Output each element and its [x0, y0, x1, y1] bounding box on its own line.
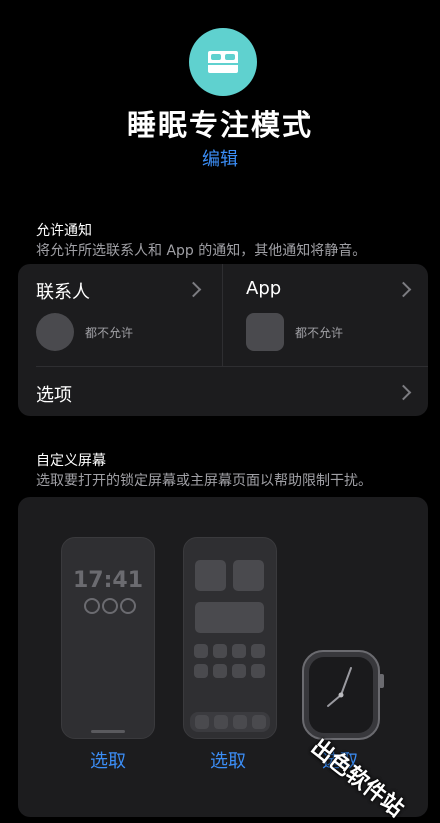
pick-home-screen-button[interactable]: 选取	[210, 747, 246, 773]
chevron-right-icon	[395, 384, 412, 401]
options-row[interactable]: 选项	[18, 367, 428, 416]
apps-label: App	[246, 278, 282, 299]
app-icon-placeholder	[246, 313, 284, 351]
chevron-right-icon	[185, 281, 202, 298]
widget	[195, 602, 264, 633]
widget-circle	[102, 598, 118, 614]
edit-button[interactable]: 编辑	[0, 145, 440, 171]
sleep-mode-icon	[189, 28, 257, 96]
app-icon	[213, 664, 227, 678]
home-indicator	[91, 730, 125, 733]
app-icon	[232, 664, 246, 678]
app-icon	[251, 664, 265, 678]
options-label: 选项	[36, 385, 72, 406]
pick-lock-screen-button[interactable]: 选取	[90, 747, 126, 773]
app-icon	[214, 715, 228, 729]
app-icon	[213, 644, 227, 658]
app-icon	[194, 664, 208, 678]
widget-circle	[84, 598, 100, 614]
app-icon	[233, 715, 247, 729]
allow-notifications-title: 允许通知	[36, 223, 92, 239]
lock-screen-preview[interactable]: 17:41	[61, 537, 155, 739]
lock-screen-time: 17:41	[72, 568, 144, 593]
bed-icon	[208, 51, 238, 73]
watch-face-preview[interactable]	[300, 648, 384, 744]
custom-screens-title: 自定义屏幕	[36, 453, 106, 469]
allow-notifications-desc: 将允许所选联系人和 App 的通知，其他通知将静音。	[36, 243, 367, 259]
apps-cell[interactable]: App 都不允许	[223, 264, 428, 366]
app-icon	[251, 644, 265, 658]
app-icon	[194, 644, 208, 658]
people-status: 都不允许	[85, 326, 134, 340]
chevron-right-icon	[395, 281, 412, 298]
page-title: 睡眠专注模式	[126, 108, 313, 142]
apps-status: 都不允许	[295, 326, 344, 340]
watch-icon	[302, 650, 384, 740]
widget	[233, 560, 264, 591]
dock	[190, 712, 270, 732]
people-cell[interactable]: 联系人 都不允许	[18, 264, 222, 366]
widget	[195, 560, 226, 591]
app-icon	[232, 644, 246, 658]
app-icon	[195, 715, 209, 729]
home-screen-preview[interactable]	[183, 537, 277, 739]
people-label: 联系人	[36, 282, 90, 303]
widget-circle	[120, 598, 136, 614]
custom-screens-desc: 选取要打开的锁定屏幕或主屏幕页面以帮助限制干扰。	[36, 473, 372, 489]
app-icon	[252, 715, 266, 729]
contact-avatar-placeholder	[36, 313, 74, 351]
